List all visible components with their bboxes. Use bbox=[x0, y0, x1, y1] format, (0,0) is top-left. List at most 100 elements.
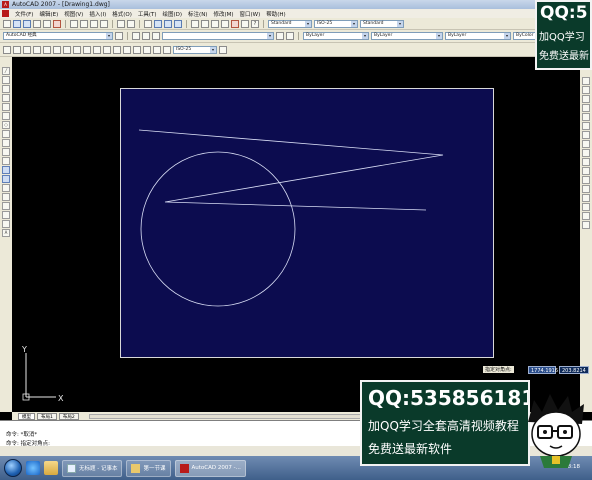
rectangle-icon[interactable] bbox=[2, 103, 10, 111]
drawing-geometry[interactable] bbox=[121, 89, 495, 359]
make-layer-current-icon[interactable] bbox=[276, 32, 284, 40]
plot-preview-icon[interactable] bbox=[43, 19, 51, 28]
menu-help[interactable]: 帮助(H) bbox=[263, 10, 288, 18]
match-properties-icon[interactable] bbox=[100, 19, 108, 28]
center-mark-icon[interactable] bbox=[133, 45, 141, 54]
break-icon[interactable] bbox=[582, 185, 590, 193]
point-icon[interactable] bbox=[2, 184, 10, 192]
layer-manager-icon[interactable] bbox=[132, 32, 140, 40]
explode-icon[interactable] bbox=[582, 221, 590, 229]
menu-modify[interactable]: 修改(M) bbox=[210, 10, 236, 18]
light-bulb-icon[interactable] bbox=[142, 32, 150, 40]
mirror-icon[interactable] bbox=[582, 95, 590, 103]
linear-dimension-icon[interactable] bbox=[3, 45, 11, 54]
sheet-set-icon[interactable] bbox=[221, 19, 229, 28]
angular-dimension-icon[interactable] bbox=[73, 45, 81, 54]
menu-format[interactable]: 格式(O) bbox=[109, 10, 135, 18]
zoom-realtime-icon[interactable] bbox=[154, 19, 162, 28]
quick-leader-icon[interactable] bbox=[113, 45, 121, 54]
make-block-icon[interactable] bbox=[2, 175, 10, 183]
plot-icon[interactable] bbox=[33, 19, 41, 28]
stretch-icon[interactable] bbox=[582, 149, 590, 157]
markup-icon[interactable] bbox=[231, 19, 239, 28]
dimension-update-icon[interactable] bbox=[163, 45, 171, 54]
table-style-combo[interactable]: Standard ▾ bbox=[360, 19, 404, 28]
scale-icon[interactable] bbox=[582, 140, 590, 148]
coord-x-field[interactable]: 1774.1916 bbox=[528, 366, 558, 374]
erase-icon[interactable] bbox=[582, 77, 590, 85]
tolerance-icon[interactable] bbox=[123, 45, 131, 54]
tab-model[interactable]: 模型 bbox=[18, 412, 35, 420]
copy-icon[interactable] bbox=[80, 19, 88, 28]
taskbar-item-autocad[interactable]: AutoCAD 2007 -... bbox=[174, 459, 246, 477]
workspace-settings-icon[interactable] bbox=[115, 32, 123, 40]
text-style-combo[interactable]: Standard ▾ bbox=[268, 19, 312, 28]
publish-icon[interactable] bbox=[53, 19, 61, 28]
internet-explorer-icon[interactable] bbox=[26, 461, 40, 475]
paste-icon[interactable] bbox=[90, 19, 98, 28]
arc-icon[interactable] bbox=[2, 112, 10, 120]
calculator-icon[interactable] bbox=[241, 19, 249, 28]
offset-icon[interactable] bbox=[582, 104, 590, 112]
redo-icon[interactable] bbox=[127, 19, 135, 28]
gradient-icon[interactable] bbox=[2, 202, 10, 210]
drawing-canvas[interactable] bbox=[12, 57, 578, 412]
new-icon[interactable] bbox=[3, 19, 11, 28]
coord-y-field[interactable]: 203.8214 bbox=[559, 366, 589, 374]
baseline-dimension-icon[interactable] bbox=[93, 45, 101, 54]
dimension-edit-icon[interactable] bbox=[143, 45, 151, 54]
menu-edit[interactable]: 编辑(E) bbox=[36, 10, 61, 18]
explorer-folder-icon[interactable] bbox=[44, 461, 58, 475]
save-icon[interactable] bbox=[23, 19, 31, 28]
polygon-icon[interactable] bbox=[2, 94, 10, 102]
spline-icon[interactable] bbox=[2, 139, 10, 147]
circle-icon[interactable]: ○ bbox=[2, 121, 10, 129]
taskbar-item-folder[interactable]: 第一节课 bbox=[126, 459, 171, 477]
arc-length-icon[interactable] bbox=[23, 45, 31, 54]
quick-dimension-icon[interactable] bbox=[83, 45, 91, 54]
menu-view[interactable]: 视图(V) bbox=[61, 10, 86, 18]
line-icon[interactable]: ╱ bbox=[2, 67, 10, 75]
jogged-dimension-icon[interactable] bbox=[53, 45, 61, 54]
extend-icon[interactable] bbox=[582, 167, 590, 175]
menu-window[interactable]: 窗口(W) bbox=[237, 10, 264, 18]
layer-previous-icon[interactable] bbox=[286, 32, 294, 40]
lineweight-combo[interactable]: ByLayer ▾ bbox=[445, 32, 511, 40]
linetype-combo[interactable]: ByLayer ▾ bbox=[371, 32, 443, 40]
rotate-icon[interactable] bbox=[582, 131, 590, 139]
document-icon[interactable] bbox=[2, 10, 9, 17]
color-combo[interactable]: ByLayer ▾ bbox=[303, 32, 369, 40]
design-center-icon[interactable] bbox=[201, 19, 209, 28]
trim-icon[interactable] bbox=[582, 158, 590, 166]
undo-icon[interactable] bbox=[117, 19, 125, 28]
menu-dimension[interactable]: 标注(N) bbox=[185, 10, 210, 18]
workspace-combo[interactable]: AutoCAD 经典 ▾ bbox=[3, 32, 113, 40]
tool-palettes-icon[interactable] bbox=[211, 19, 219, 28]
array-icon[interactable] bbox=[582, 113, 590, 121]
chamfer-icon[interactable] bbox=[582, 203, 590, 211]
insert-block-icon[interactable] bbox=[2, 166, 10, 174]
taskbar-item-notepad[interactable]: 无标题 - 记事本 bbox=[62, 459, 123, 477]
join-icon[interactable] bbox=[582, 194, 590, 202]
dim-style-combo-2[interactable]: ISO-25 ▾ bbox=[173, 45, 217, 54]
cut-icon[interactable] bbox=[70, 19, 78, 28]
menu-tools[interactable]: 工具(T) bbox=[135, 10, 160, 18]
tab-layout2[interactable]: 布局2 bbox=[58, 412, 79, 420]
ellipse-icon[interactable] bbox=[2, 148, 10, 156]
menu-insert[interactable]: 插入(I) bbox=[86, 10, 109, 18]
diameter-dimension-icon[interactable] bbox=[63, 45, 71, 54]
layer-combo[interactable]: ▾ bbox=[162, 32, 274, 40]
construction-line-icon[interactable] bbox=[2, 76, 10, 84]
table-icon[interactable] bbox=[2, 220, 10, 228]
properties-icon[interactable] bbox=[191, 19, 199, 28]
multiline-text-icon[interactable]: A bbox=[2, 229, 10, 237]
tab-layout1[interactable]: 布局1 bbox=[37, 412, 57, 420]
fillet-icon[interactable] bbox=[582, 212, 590, 220]
menu-draw[interactable]: 绘图(D) bbox=[160, 10, 186, 18]
ordinate-dimension-icon[interactable] bbox=[33, 45, 41, 54]
open-icon[interactable] bbox=[13, 19, 21, 28]
radius-dimension-icon[interactable] bbox=[43, 45, 51, 54]
zoom-window-icon[interactable] bbox=[164, 19, 172, 28]
break-at-point-icon[interactable] bbox=[582, 176, 590, 184]
menu-file[interactable]: 文件(F) bbox=[12, 10, 36, 18]
